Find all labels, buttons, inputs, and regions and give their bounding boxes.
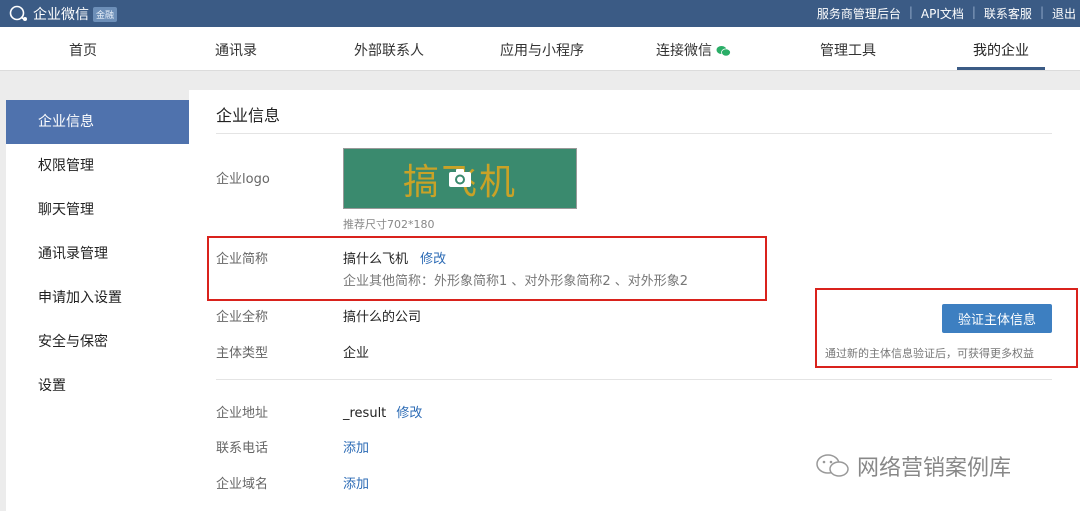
full-name-value: 搞什么的公司 [343, 310, 422, 325]
provider-admin-link[interactable]: 服务商管理后台 [817, 5, 901, 22]
api-docs-link[interactable]: API文档 [921, 5, 964, 22]
active-tab-indicator [957, 67, 1045, 70]
contact-support-link[interactable]: 联系客服 [984, 5, 1032, 22]
app-title: 企业微信 [33, 7, 89, 23]
add-domain-link[interactable]: 添加 [343, 473, 369, 492]
entity-type-value: 企业 [343, 346, 370, 361]
nav-contacts[interactable]: 通讯录 [215, 40, 257, 60]
nav-connect-wechat-label: 连接微信 [656, 43, 712, 59]
nav-external-contacts[interactable]: 外部联系人 [354, 40, 424, 60]
sidebar-item-chat[interactable]: 聊天管理 [6, 188, 189, 232]
verify-entity-button[interactable]: 验证主体信息 [942, 304, 1052, 333]
nav-home[interactable]: 首页 [69, 40, 97, 60]
camera-icon [449, 169, 471, 187]
top-bar: 企业微信 金融 服务商管理后台 | API文档 | 联系客服 | 退出 [0, 0, 1080, 27]
sidebar-item-join-settings[interactable]: 申请加入设置 [6, 276, 189, 320]
wechat-watermark-icon [816, 454, 849, 477]
divider: | [908, 5, 913, 19]
app-logo[interactable]: 企业微信 金融 [8, 4, 118, 24]
add-phone-link[interactable]: 添加 [343, 437, 369, 456]
nav-apps[interactable]: 应用与小程序 [500, 40, 584, 60]
address-value: _result [343, 406, 387, 421]
logo-size-hint: 推荐尺寸702*180 [343, 218, 435, 231]
sidebar-item-settings[interactable]: 设置 [6, 364, 189, 408]
logo-upload[interactable]: 搞飞机 [343, 148, 577, 209]
edit-address-link[interactable]: 修改 [396, 406, 422, 421]
phone-label: 联系电话 [216, 441, 269, 456]
full-name-label: 企业全称 [216, 310, 269, 325]
sidebar-item-company-info[interactable]: 企业信息 [6, 100, 189, 144]
sidebar-item-security[interactable]: 安全与保密 [6, 320, 189, 364]
nav-my-company[interactable]: 我的企业 [973, 40, 1029, 60]
divider [216, 379, 1052, 380]
watermark: 网络营销案例库 [815, 450, 1011, 482]
top-links: 服务商管理后台 | API文档 | 联系客服 | 退出 [817, 5, 1076, 22]
logout-link[interactable]: 退出 [1052, 5, 1076, 22]
wechat-icon [716, 46, 731, 57]
domain-label: 企业域名 [216, 477, 269, 492]
entity-type-label: 主体类型 [216, 346, 269, 361]
main-nav: 首页 通讯录 外部联系人 应用与小程序 连接微信 管理工具 我的企业 [0, 27, 1080, 71]
nav-connect-wechat[interactable]: 连接微信 [656, 40, 731, 60]
divider: | [1039, 5, 1044, 19]
nav-admin-tools[interactable]: 管理工具 [820, 40, 876, 60]
verify-hint: 通过新的主体信息验证后，可获得更多权益 [825, 347, 1034, 360]
wework-logo-icon [9, 5, 27, 21]
sidebar-item-contacts-mgmt[interactable]: 通讯录管理 [6, 232, 189, 276]
page-title: 企业信息 [216, 106, 281, 125]
address-label: 企业地址 [216, 406, 269, 421]
watermark-text: 网络营销案例库 [857, 456, 1012, 481]
divider [216, 133, 1052, 134]
edition-badge: 金融 [93, 6, 118, 22]
sidebar-item-permissions[interactable]: 权限管理 [6, 144, 189, 188]
highlight-box [207, 236, 767, 301]
address-row: _result 修改 [343, 402, 422, 421]
divider: | [971, 5, 976, 19]
sidebar: 企业信息 权限管理 聊天管理 通讯录管理 申请加入设置 安全与保密 设置 [6, 100, 189, 511]
company-info-panel: 企业信息 企业logo 搞飞机 推荐尺寸702*180 企业简称 搞什么飞机 修… [189, 90, 1080, 511]
logo-label: 企业logo [216, 172, 270, 187]
